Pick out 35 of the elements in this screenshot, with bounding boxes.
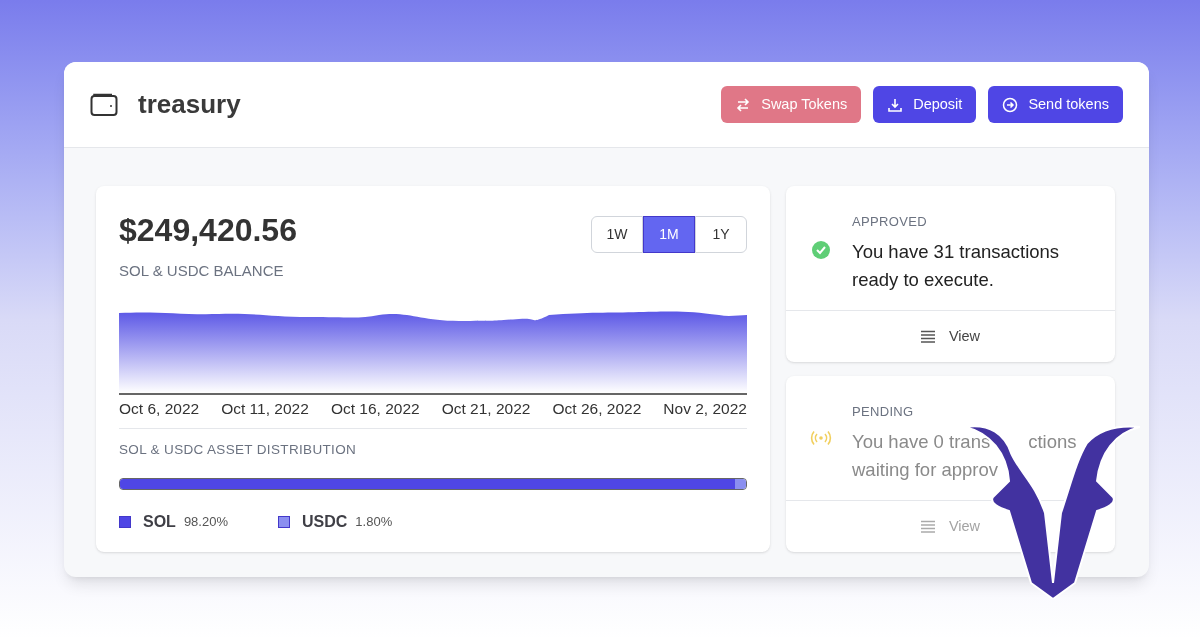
balance-caption: SOL & USDC BALANCE: [119, 261, 285, 281]
range-tab[interactable]: 1Y: [695, 216, 747, 253]
status-message: ready to execute.: [852, 267, 994, 292]
axis-label: Oct 26, 2022: [552, 398, 642, 419]
status-message: You have 31 transactions: [852, 239, 1060, 264]
status-message: waiting for approv: [852, 457, 999, 482]
status-message: You have 0 trans: [852, 429, 991, 454]
axis-label: Oct 6, 2022: [119, 398, 200, 419]
axis-label: Oct 11, 2022: [221, 398, 309, 419]
list-icon: [920, 330, 935, 343]
list-icon: [920, 520, 935, 533]
status-label: PENDING: [852, 403, 915, 421]
axis-label: Nov 2, 2022: [663, 398, 747, 419]
swap-arrows-icon: [735, 96, 752, 113]
status-label: APPROVED: [852, 213, 928, 231]
axis-label: Oct 21, 2022: [441, 398, 531, 419]
check-circle-icon: [811, 240, 831, 260]
range-tab[interactable]: 1W: [591, 216, 643, 253]
arrow-circle-icon: [1002, 96, 1019, 113]
status-message: ctions: [1028, 429, 1077, 454]
download-icon: [887, 96, 904, 113]
asset-share: 98.20%: [183, 513, 228, 532]
range-tab[interactable]: 1M: [643, 216, 695, 253]
distribution-title: SOL & USDC ASSET DISTRIBUTION: [119, 440, 358, 459]
asset-share: 1.80%: [355, 513, 393, 532]
balance-amount: $249,420.56: [119, 214, 297, 246]
page-title: treasury: [138, 88, 241, 121]
asset-name: SOL: [143, 512, 176, 532]
wallet-icon: [90, 92, 118, 117]
send-button[interactable]: Send tokens: [988, 86, 1123, 123]
deposit-button[interactable]: Deposit: [873, 86, 977, 123]
asset-name: USDC: [302, 512, 348, 532]
axis-label: Oct 16, 2022: [330, 398, 420, 419]
signal-icon: [810, 430, 832, 446]
view-button[interactable]: View: [920, 325, 981, 348]
